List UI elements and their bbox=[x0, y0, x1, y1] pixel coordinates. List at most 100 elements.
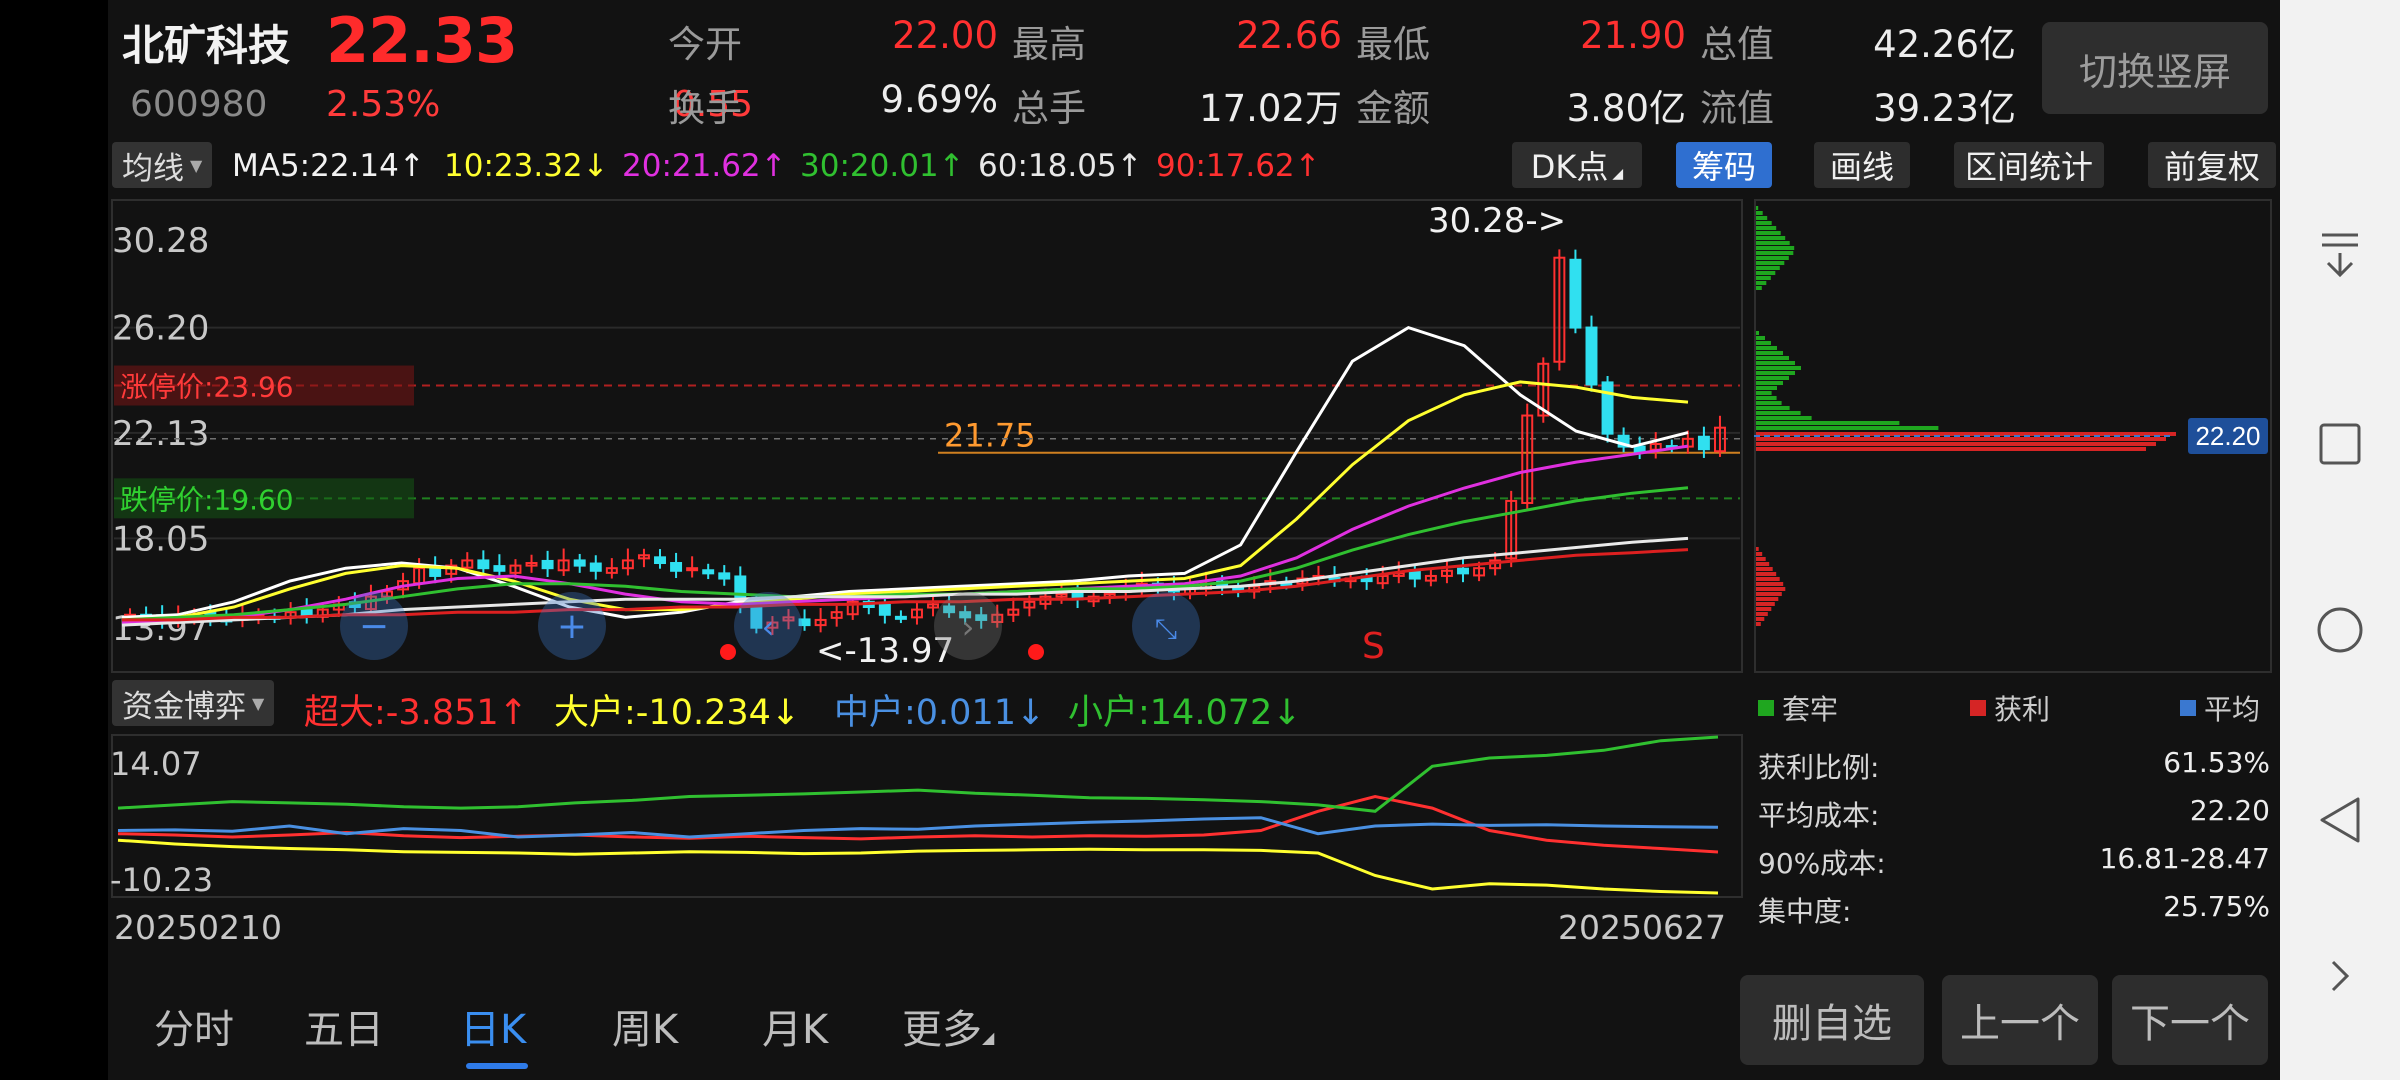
legend-swatch bbox=[1970, 700, 1986, 716]
chip-bar bbox=[1756, 406, 1790, 410]
indicator-dropdown[interactable]: 均线 ▼ bbox=[112, 142, 213, 188]
plus-icon: + bbox=[557, 606, 587, 647]
dk-point-button[interactable]: DK点 ◢ bbox=[1512, 142, 1642, 188]
chip-bar bbox=[1756, 376, 1789, 380]
chip-bar bbox=[1756, 567, 1773, 571]
legend-swatch bbox=[2180, 700, 2196, 716]
chip-bar bbox=[1756, 396, 1777, 400]
candle-body bbox=[1408, 570, 1421, 580]
kline-chart[interactable]: 30.2826.2022.1318.0513.97涨停价:23.96跌停价:19… bbox=[108, 196, 1748, 676]
fund-toolbar: 资金博弈 ▼ 超大:-3.851↑ 大户:-10.234↓ 中户:0.011↓ 小… bbox=[108, 680, 1748, 733]
stat-volume: 总手 17.02万 bbox=[1012, 87, 1342, 130]
chip-bar bbox=[1756, 592, 1782, 596]
buy-dot bbox=[1028, 644, 1044, 660]
tab-monthly-k[interactable]: 月K bbox=[762, 997, 828, 1055]
current-price-label: 21.75 bbox=[944, 417, 1036, 455]
remove-watchlist-button[interactable]: 删自选 bbox=[1740, 975, 1924, 1065]
chip-bar bbox=[1756, 421, 1900, 425]
chip-bar bbox=[1756, 442, 2156, 446]
chip-bar bbox=[1756, 587, 1786, 591]
y-tick-label: 18.05 bbox=[112, 519, 209, 559]
ma20-label: 20:21.62↑ bbox=[622, 148, 787, 184]
chip-bar bbox=[1756, 341, 1771, 345]
stat-low: 最低 21.90 bbox=[1356, 14, 1686, 66]
chip-stat-concentration: 集中度: 25.75% bbox=[1758, 890, 2270, 928]
legend-swatch bbox=[1758, 700, 1774, 716]
recents-square-icon[interactable] bbox=[2310, 414, 2370, 474]
chevron-right-icon[interactable] bbox=[2310, 946, 2370, 1006]
stat-high: 最高 22.66 bbox=[1012, 14, 1342, 66]
sell-marker: S bbox=[1362, 626, 1385, 667]
home-circle-icon[interactable] bbox=[2310, 600, 2370, 660]
chip-bar bbox=[1756, 411, 1801, 415]
chip-stat-90-cost: 90%成本: 16.81-28.47 bbox=[1758, 842, 2270, 880]
tab-intraday[interactable]: 分时 bbox=[154, 997, 234, 1055]
corner-arrow-icon: ◢ bbox=[1612, 166, 1624, 182]
fund-line-1 bbox=[117, 838, 1719, 895]
chips-button[interactable]: 筹码 bbox=[1676, 142, 1772, 188]
candle-body bbox=[429, 567, 442, 577]
chip-bar bbox=[1756, 401, 1782, 405]
legend-profit: 获利 bbox=[1970, 688, 2050, 728]
chip-bar bbox=[1756, 597, 1779, 601]
fund-super-large: 超大:-3.851↑ bbox=[304, 693, 528, 733]
previous-stock-button[interactable]: 上一个 bbox=[1942, 975, 2098, 1065]
legend-average: 平均 bbox=[2180, 688, 2260, 728]
chip-bar bbox=[1756, 231, 1781, 235]
tab-weekly-k[interactable]: 周K bbox=[612, 997, 678, 1055]
chip-bar bbox=[1756, 256, 1789, 260]
stat-float-value: 流值 39.23亿 bbox=[1700, 87, 2016, 130]
ma90-label: 90:17.62↑ bbox=[1156, 148, 1321, 184]
candle-body bbox=[702, 569, 715, 575]
tab-daily-k[interactable]: 日K bbox=[460, 997, 526, 1055]
chip-bar bbox=[1756, 241, 1790, 245]
kline-overlay-controls: − + ‹ › ⤡ bbox=[340, 592, 1200, 660]
chip-bar bbox=[1756, 622, 1761, 626]
chip-bar bbox=[1756, 266, 1780, 270]
candle-body bbox=[493, 565, 506, 572]
stock-code: 600980 bbox=[130, 84, 268, 125]
limit-up-label: 涨停价:23.96 bbox=[120, 371, 294, 404]
avg-cost-tag-text: 22.20 bbox=[2195, 421, 2260, 451]
chip-bar bbox=[1756, 547, 1759, 551]
next-stock-button[interactable]: 下一个 bbox=[2112, 975, 2268, 1065]
chip-bar bbox=[1756, 331, 1759, 335]
candle-body bbox=[1585, 326, 1598, 386]
forward-adjust-button[interactable]: 前复权 bbox=[2148, 142, 2276, 188]
stat-total-value: 总值 42.26亿 bbox=[1700, 23, 2016, 66]
change-percent: 2.53% bbox=[326, 84, 441, 125]
collapse-down-icon[interactable] bbox=[2310, 224, 2370, 284]
stat-open: 今开 22.00 bbox=[668, 14, 998, 66]
candle-body bbox=[589, 562, 602, 572]
chip-distribution-chart[interactable]: 22.20 bbox=[1754, 196, 2274, 676]
chip-bar bbox=[1756, 246, 1795, 250]
back-triangle-icon[interactable] bbox=[2310, 790, 2370, 850]
active-tab-indicator bbox=[466, 1063, 528, 1069]
fund-indicator-dropdown[interactable]: 资金博弈 ▼ bbox=[112, 680, 275, 726]
candle-body bbox=[1697, 435, 1710, 451]
stat-turnover: 换手 9.69% bbox=[668, 78, 998, 130]
switch-portrait-button[interactable]: 切换竖屏 bbox=[2042, 22, 2268, 114]
chip-bar bbox=[1756, 351, 1783, 355]
draw-line-button[interactable]: 画线 bbox=[1814, 142, 1910, 188]
chip-bar bbox=[1756, 356, 1789, 360]
chip-stat-avg-cost: 平均成本: 22.20 bbox=[1758, 794, 2270, 832]
chip-bars bbox=[1756, 206, 2176, 626]
minus-icon: − bbox=[359, 606, 389, 647]
stock-name: 北矿科技 bbox=[122, 21, 291, 70]
kline-candles bbox=[124, 249, 1726, 635]
candle-body bbox=[1569, 258, 1582, 329]
kline-grid: 30.2826.2022.1318.0513.97涨停价:23.96跌停价:19… bbox=[112, 221, 1740, 649]
chip-stat-profit-ratio: 获利比例: 61.53% bbox=[1758, 746, 2270, 784]
tab-five-day[interactable]: 五日 bbox=[304, 997, 384, 1055]
chip-bar bbox=[1756, 361, 1795, 365]
fund-flow-chart[interactable]: 14.07 -10.23 bbox=[108, 733, 1748, 899]
fund-lines bbox=[117, 735, 1719, 895]
candle-body bbox=[670, 562, 683, 572]
range-stats-button[interactable]: 区间统计 bbox=[1954, 142, 2104, 188]
chip-bar bbox=[1756, 346, 1777, 350]
chip-bar bbox=[1756, 617, 1765, 621]
fund-medium: 中户:0.011↓ bbox=[834, 693, 1046, 733]
tab-more[interactable]: 更多◢ bbox=[902, 997, 994, 1055]
system-nav-bar bbox=[2280, 0, 2400, 1080]
